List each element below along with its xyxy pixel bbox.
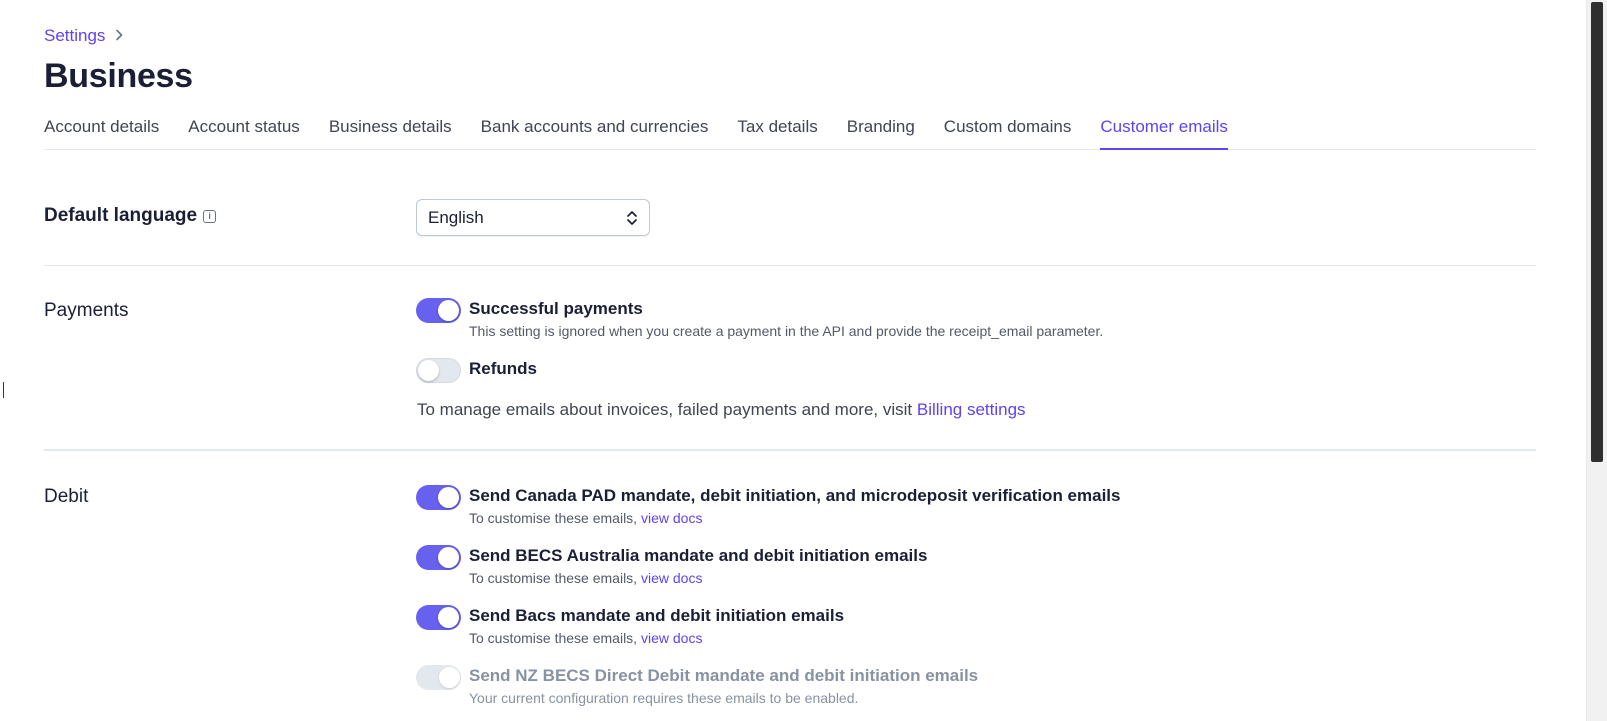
- language-select[interactable]: English: [416, 199, 650, 236]
- bacs-toggle[interactable]: [416, 605, 461, 630]
- becs-australia-toggle[interactable]: [416, 545, 461, 570]
- toggle-knob: [418, 360, 439, 381]
- tab-account-details[interactable]: Account details: [44, 114, 159, 150]
- billing-settings-link[interactable]: Billing settings: [917, 400, 1026, 419]
- canada-pad-desc: To customise these emails, view docs: [469, 510, 702, 526]
- section-divider: [44, 449, 1536, 451]
- toggle-knob: [438, 487, 459, 508]
- toggle-knob: [438, 607, 459, 628]
- canada-pad-title: Send Canada PAD mandate, debit initiatio…: [469, 486, 1121, 505]
- chevron-right-icon: [115, 29, 123, 44]
- canada-pad-toggle[interactable]: [416, 485, 461, 510]
- tab-branding[interactable]: Branding: [847, 114, 915, 150]
- canada-pad-desc-text: To customise these emails,: [469, 510, 641, 526]
- becs-australia-title: Send BECS Australia mandate and debit in…: [469, 546, 928, 565]
- tab-tax-details[interactable]: Tax details: [737, 114, 817, 150]
- page-title: Business: [44, 57, 193, 95]
- text-caret: [3, 382, 4, 398]
- becs-australia-desc-text: To customise these emails,: [469, 570, 641, 586]
- becs-australia-desc: To customise these emails, view docs: [469, 570, 702, 586]
- default-language-text: Default language: [44, 205, 198, 226]
- manage-emails-prefix: To manage emails about invoices, failed …: [417, 400, 917, 419]
- breadcrumb-settings-link[interactable]: Settings: [44, 26, 105, 46]
- view-docs-link[interactable]: view docs: [641, 630, 702, 646]
- tab-bank-accounts[interactable]: Bank accounts and currencies: [481, 114, 709, 150]
- tab-bar: Account details Account status Business …: [44, 114, 1536, 150]
- bacs-desc: To customise these emails, view docs: [469, 630, 702, 646]
- tab-custom-domains[interactable]: Custom domains: [944, 114, 1072, 150]
- toggle-knob: [439, 667, 460, 688]
- toggle-knob: [438, 547, 459, 568]
- tab-business-details[interactable]: Business details: [329, 114, 452, 150]
- successful-payments-title: Successful payments: [469, 299, 643, 318]
- breadcrumb: Settings: [44, 26, 123, 46]
- debit-label: Debit: [44, 486, 89, 507]
- nz-becs-title: Send NZ BECS Direct Debit mandate and de…: [469, 666, 979, 685]
- chevron-updown-icon: [627, 211, 637, 225]
- manage-emails-text: To manage emails about invoices, failed …: [417, 400, 1026, 420]
- toggle-knob: [438, 300, 459, 321]
- nz-becs-desc: Your current configuration requires thes…: [469, 690, 859, 706]
- successful-payments-toggle[interactable]: [416, 298, 461, 323]
- section-divider: [44, 265, 1536, 266]
- tab-account-status[interactable]: Account status: [188, 114, 300, 150]
- payments-label: Payments: [44, 300, 129, 321]
- successful-payments-desc: This setting is ignored when you create …: [469, 323, 1104, 339]
- scrollbar-thumb[interactable]: [1591, 2, 1603, 462]
- refunds-title: Refunds: [469, 359, 537, 378]
- tab-customer-emails[interactable]: Customer emails: [1100, 114, 1228, 150]
- language-select-value: English: [428, 207, 484, 227]
- default-language-label: Default language i: [44, 205, 217, 227]
- view-docs-link[interactable]: view docs: [641, 510, 702, 526]
- bacs-title: Send Bacs mandate and debit initiation e…: [469, 606, 845, 625]
- refunds-toggle[interactable]: [416, 358, 461, 383]
- info-icon[interactable]: i: [203, 209, 217, 223]
- vertical-scrollbar[interactable]: [1586, 0, 1607, 721]
- view-docs-link[interactable]: view docs: [641, 570, 702, 586]
- bacs-desc-text: To customise these emails,: [469, 630, 641, 646]
- nz-becs-toggle: [416, 665, 461, 690]
